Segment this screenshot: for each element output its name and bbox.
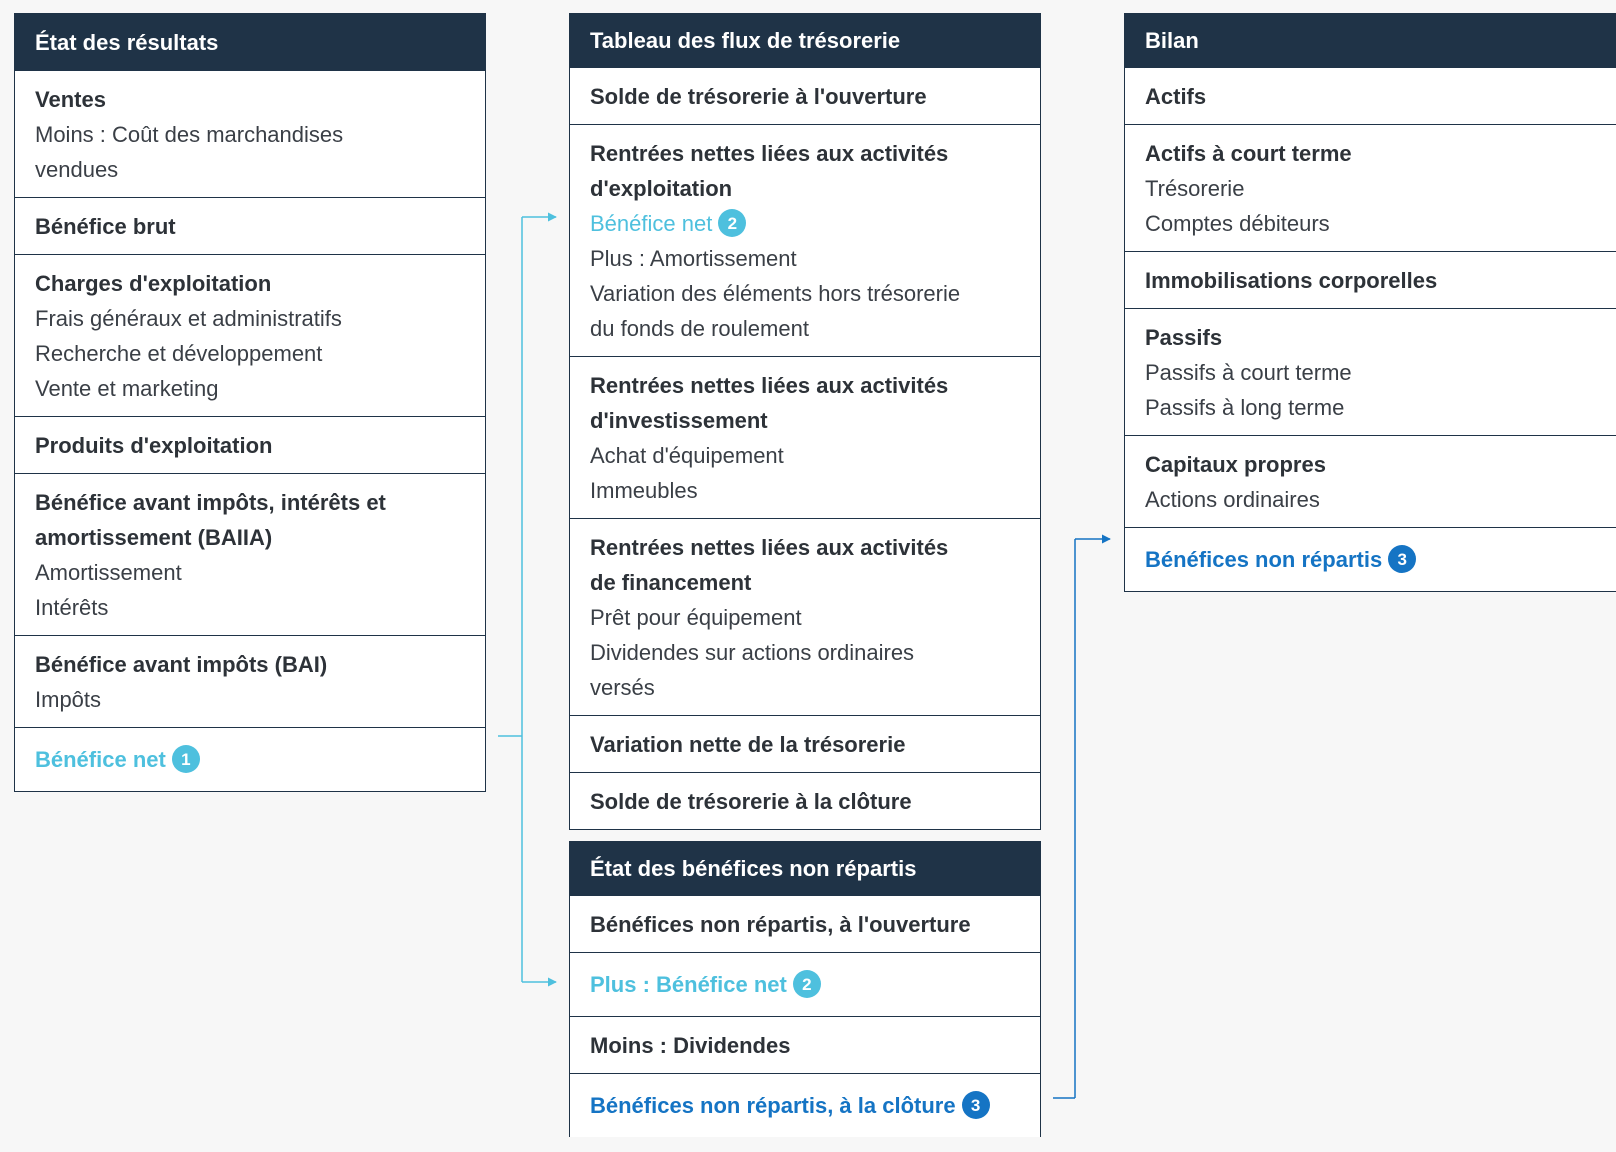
connector-arrows	[498, 212, 1111, 1099]
net-income-connector	[498, 212, 557, 987]
retained-earnings-connector	[1053, 534, 1111, 1099]
